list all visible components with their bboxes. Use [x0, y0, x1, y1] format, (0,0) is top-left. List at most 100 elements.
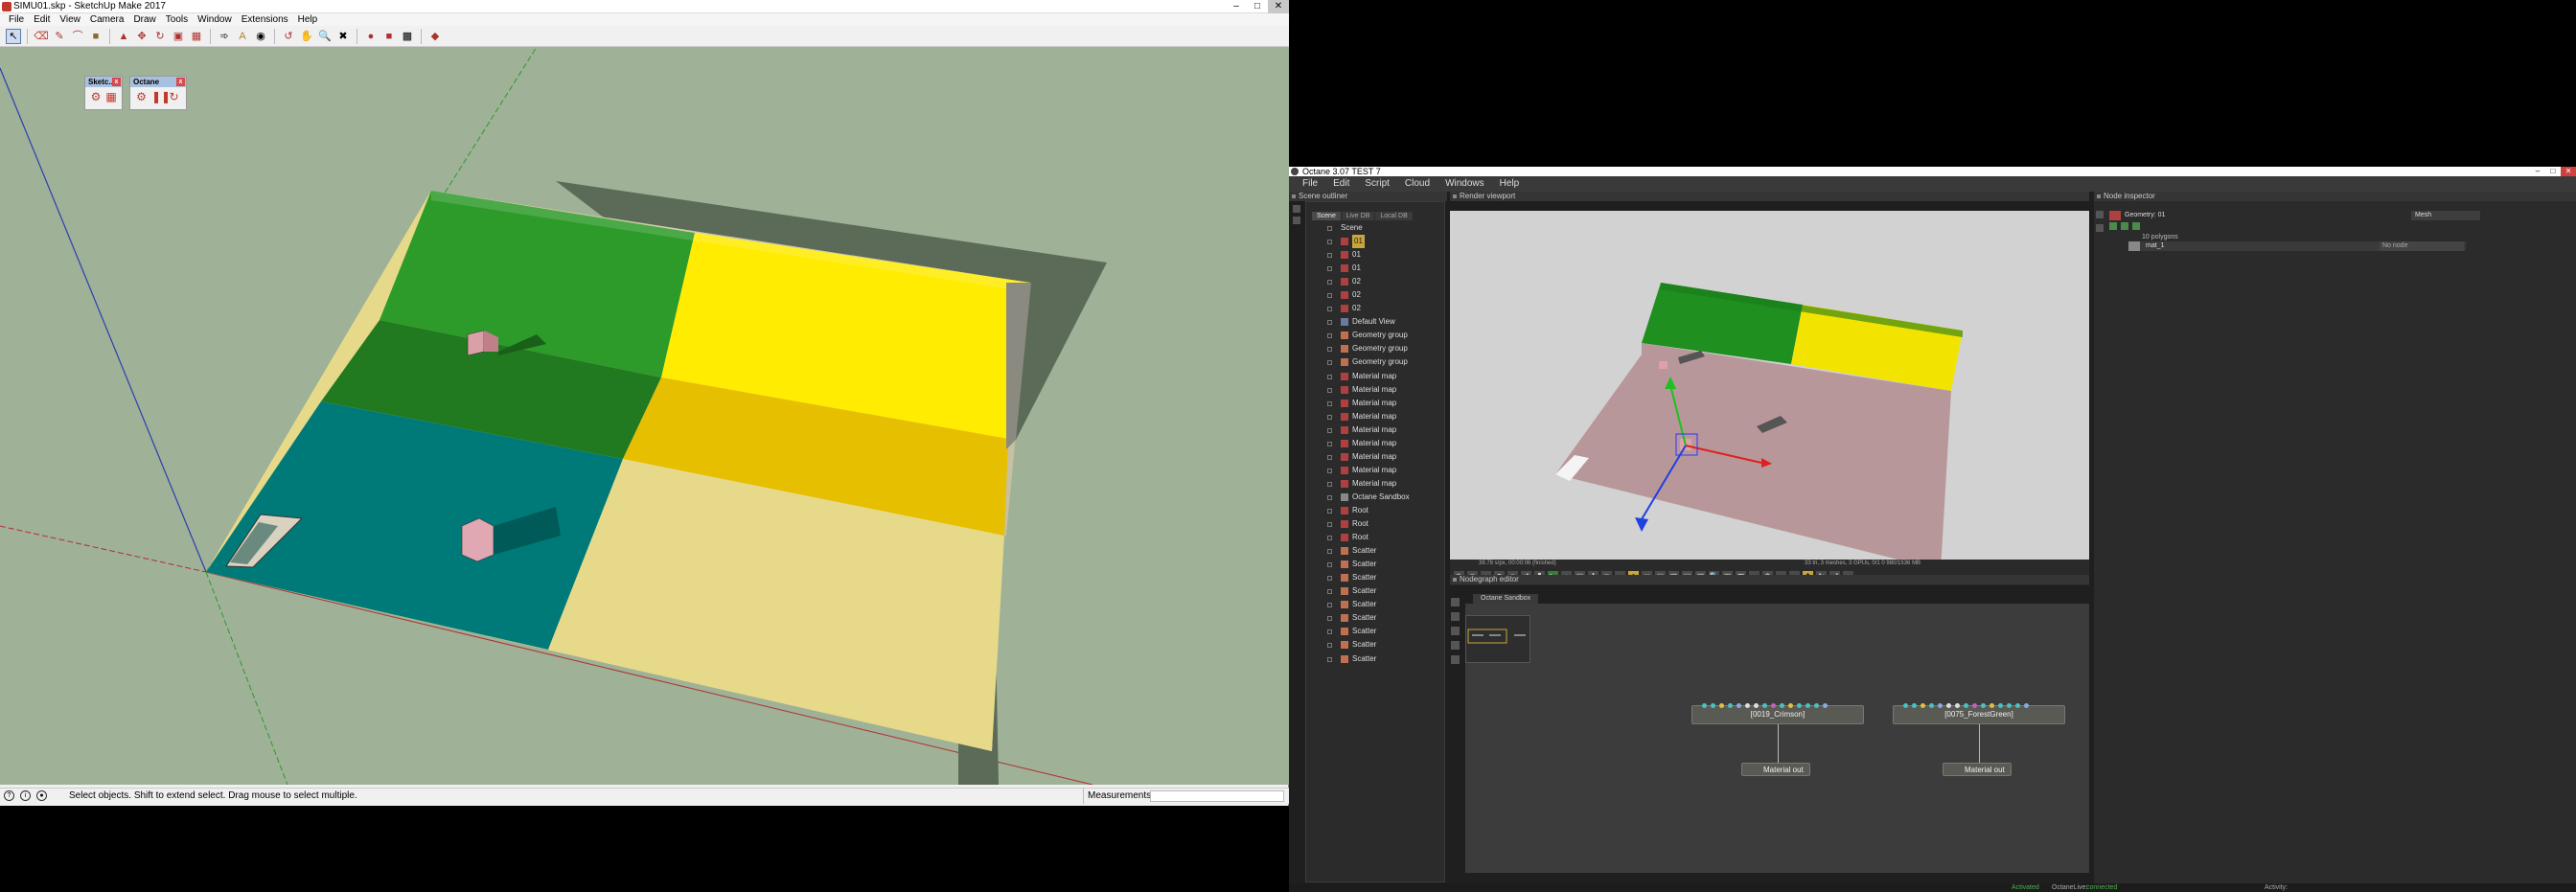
menu-edit[interactable]: Edit — [1325, 176, 1357, 192]
tab-local-db[interactable]: Local DB — [1375, 212, 1413, 220]
expand-toggle-icon[interactable] — [1327, 454, 1332, 460]
menu-draw[interactable]: Draw — [128, 13, 160, 26]
outliner-item[interactable]: Root — [1306, 504, 1446, 517]
inspector-action-icon[interactable] — [2121, 222, 2128, 230]
expand-toggle-icon[interactable] — [1327, 536, 1332, 541]
expand-toggle-icon[interactable] — [1327, 374, 1332, 379]
material-node-forestgreen[interactable]: [0075_ForestGreen] — [1893, 703, 2065, 724]
menu-edit[interactable]: Edit — [29, 13, 55, 26]
expand-toggle-icon[interactable] — [1327, 280, 1332, 286]
outliner-item[interactable]: 02 — [1306, 288, 1446, 302]
sketchup-palette-octane[interactable]: Octane x ⚙ ❚❚ ↻ — [129, 76, 187, 110]
credits-icon[interactable]: i — [20, 790, 31, 801]
outliner-item[interactable]: Scatter — [1306, 584, 1446, 598]
offset-tool-icon[interactable]: ▦ — [189, 29, 204, 44]
expand-toggle-icon[interactable] — [1327, 508, 1332, 514]
expand-toggle-icon[interactable] — [1327, 427, 1332, 433]
user-icon[interactable]: ● — [36, 790, 47, 801]
measurements-input[interactable] — [1150, 790, 1284, 802]
pan-tool-icon[interactable]: ✋ — [299, 29, 314, 44]
outliner-item[interactable]: Scene — [1306, 221, 1446, 235]
minimize-button[interactable]: – — [2530, 167, 2545, 176]
outliner-item[interactable]: Scatter — [1306, 598, 1446, 611]
scale-tool-icon[interactable]: ▣ — [171, 29, 186, 44]
outliner-item[interactable]: Octane Sandbox — [1306, 491, 1446, 504]
zoom-tool-icon[interactable]: 🔍 — [317, 29, 333, 44]
render-image[interactable] — [1450, 211, 2089, 575]
outliner-item[interactable]: Root — [1306, 517, 1446, 531]
share-model-icon[interactable]: ▩ — [400, 29, 415, 44]
inspector-action-icon[interactable] — [2109, 222, 2117, 230]
extension-manager-icon[interactable]: ◆ — [427, 29, 443, 44]
outliner-tool-icon[interactable] — [1293, 205, 1300, 213]
tab-live-db[interactable]: Live DB — [1341, 212, 1375, 220]
maximize-button[interactable]: □ — [2545, 167, 2561, 176]
outliner-item[interactable]: Material map — [1306, 410, 1446, 423]
expand-toggle-icon[interactable] — [1327, 643, 1332, 649]
outliner-tool-icon[interactable] — [1293, 217, 1300, 224]
settings-icon[interactable]: ⚙ — [135, 91, 148, 103]
palette-close-icon[interactable]: x — [112, 78, 121, 86]
mesh-type-dropdown[interactable]: Mesh — [2411, 211, 2480, 220]
expand-toggle-icon[interactable] — [1327, 576, 1332, 582]
material-out-node[interactable]: Material out — [1741, 763, 1810, 776]
arc-tool-icon[interactable]: ⌒ — [70, 29, 85, 44]
nodegraph-canvas[interactable]: [0019_Crimson] Material out [0075_Forest… — [1465, 604, 2089, 873]
outliner-item[interactable]: Material map — [1306, 450, 1446, 464]
grid-icon[interactable]: ▦ — [105, 91, 117, 103]
nodegraph-tool-icon[interactable] — [1451, 641, 1460, 650]
outliner-item[interactable]: Scatter — [1306, 571, 1446, 584]
menu-windows[interactable]: Windows — [1438, 176, 1492, 192]
outliner-item[interactable]: Material map — [1306, 477, 1446, 491]
expand-toggle-icon[interactable] — [1327, 240, 1332, 245]
pencil-tool-icon[interactable]: ✎ — [52, 29, 67, 44]
expand-toggle-icon[interactable] — [1327, 589, 1332, 595]
octane-title-bar[interactable]: Octane 3.07 TEST 7 – □ ✕ — [1289, 167, 2576, 176]
outliner-item[interactable]: Default View — [1306, 315, 1446, 329]
expand-toggle-icon[interactable] — [1327, 333, 1332, 339]
menu-file[interactable]: File — [1295, 176, 1325, 192]
expand-toggle-icon[interactable] — [1327, 320, 1332, 326]
nodegraph-tool-icon[interactable] — [1451, 655, 1460, 664]
outliner-item[interactable]: 01 — [1306, 235, 1446, 249]
warehouse-icon[interactable]: ● — [363, 29, 379, 44]
menu-extensions[interactable]: Extensions — [237, 13, 293, 26]
expand-toggle-icon[interactable] — [1327, 400, 1332, 406]
outliner-item[interactable]: Scatter — [1306, 625, 1446, 638]
palette-close-icon[interactable]: x — [176, 78, 185, 86]
minimize-button[interactable]: – — [1226, 0, 1247, 13]
menu-window[interactable]: Window — [193, 13, 237, 26]
material-pin-dropdown[interactable]: No node — [2380, 241, 2464, 251]
expand-toggle-icon[interactable] — [1327, 481, 1332, 487]
inspector-tool-icon[interactable] — [2096, 211, 2104, 218]
maximize-button[interactable]: □ — [1247, 0, 1268, 13]
select-tool-icon[interactable]: ↖ — [6, 28, 21, 44]
menu-tools[interactable]: Tools — [161, 13, 193, 26]
expand-toggle-icon[interactable] — [1327, 656, 1332, 662]
sketchup-palette-sketchy[interactable]: Sketc... x ⚙ ▦ — [84, 76, 123, 110]
pause-icon[interactable]: ❚❚ — [151, 91, 171, 103]
extension-warehouse-icon[interactable]: ■ — [381, 29, 397, 44]
gear-icon[interactable]: ⚙ — [90, 91, 102, 103]
outliner-item[interactable]: Geometry group — [1306, 355, 1446, 369]
menu-help[interactable]: Help — [293, 13, 323, 26]
outliner-item[interactable]: Material map — [1306, 464, 1446, 477]
inspector-action-icon[interactable] — [2132, 222, 2140, 230]
expand-toggle-icon[interactable] — [1327, 616, 1332, 622]
paint-bucket-icon[interactable]: ◉ — [253, 29, 268, 44]
orbit-tool-icon[interactable]: ↺ — [281, 29, 296, 44]
refresh-icon[interactable]: ↻ — [168, 91, 180, 103]
expand-toggle-icon[interactable] — [1327, 293, 1332, 299]
nodegraph-minimap[interactable] — [1465, 615, 1530, 663]
menu-file[interactable]: File — [4, 13, 29, 26]
expand-toggle-icon[interactable] — [1327, 562, 1332, 568]
text-tool-icon[interactable]: A — [235, 29, 250, 44]
outliner-item[interactable]: Root — [1306, 531, 1446, 544]
tab-scene[interactable]: Scene — [1312, 212, 1341, 220]
nodegraph-tool-icon[interactable] — [1451, 612, 1460, 621]
expand-toggle-icon[interactable] — [1327, 522, 1332, 528]
outliner-item[interactable]: Material map — [1306, 370, 1446, 383]
outliner-item[interactable]: 02 — [1306, 302, 1446, 315]
sketchup-title-bar[interactable]: SIMU01.skp - SketchUp Make 2017 – □ ✕ — [0, 0, 1289, 13]
outliner-item[interactable]: Material map — [1306, 383, 1446, 397]
